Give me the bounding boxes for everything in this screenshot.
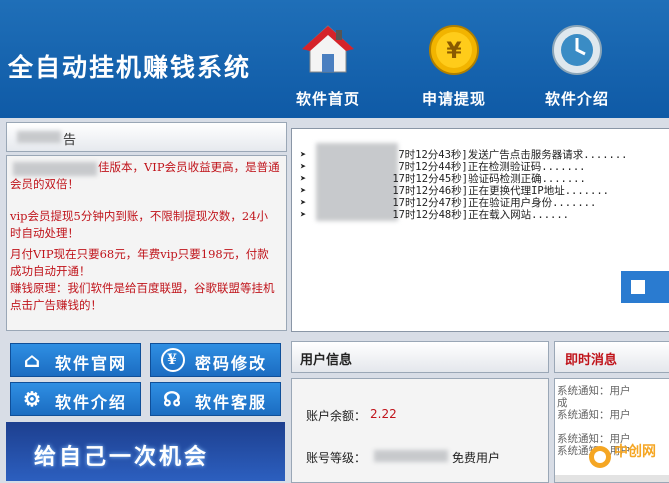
gear-icon: ⚙ [23,387,43,411]
message-line: 系统通知：用户 [557,385,631,397]
log-prefix: ➤ [300,209,307,221]
yuan-icon: ¥ [161,348,185,372]
blurred-text [17,131,61,143]
yuan-coin-icon: ¥ [428,24,480,76]
notice-paragraph: 赚钱原理：我们软件是给百度联盟，谷歌联盟等挂机点击广告赚钱的！ [10,281,275,312]
password-button[interactable]: ¥ 密码修改 [150,343,281,377]
notice-paragraph: 佳版本，VIP会员收益更高，是普通会员的双倍！ [10,160,280,191]
user-info-body: 账户余额： 2.22 账号等级： 免费用户 [291,378,549,483]
svg-text:¥: ¥ [446,39,462,64]
notice-header: 告 [6,122,287,152]
notice-paragraph: 月付VIP现在只要68元，年费vip只要198元，付款成功自动开通！ [10,247,269,278]
intro-button-label: 软件介绍 [55,393,128,412]
service-button-label: 软件客服 [195,393,268,412]
level-value: 免费用户 [452,451,501,465]
headset-icon: ☊ [163,387,183,411]
house-icon: ⌂ [23,348,43,372]
notice-title: 告 [63,133,77,148]
notice-body: 佳版本，VIP会员收益更高，是普通会员的双倍！ vip会员提现5分钟内到账，不限… [6,155,287,331]
promo-banner[interactable]: 给自己一次机会 [6,422,285,481]
user-info-title: 用户信息 [300,353,353,368]
password-button-label: 密码修改 [195,354,268,373]
nav-home[interactable]: 软件首页 [278,24,378,114]
service-button[interactable]: ☊ 软件客服 [150,382,281,416]
intro-button[interactable]: ⚙ 软件介绍 [10,382,141,416]
nav-home-label: 软件首页 [295,90,360,108]
website-button-label: 软件官网 [55,354,128,373]
messages-header: 即时消息 [554,341,669,373]
nav-intro-label: 软件介绍 [544,90,609,108]
clock-icon [551,24,603,76]
nav-withdraw[interactable]: ¥ 申请提现 [404,24,504,114]
watermark-text: 中创网 [614,444,656,460]
watermark-logo: 中创网 [586,437,666,477]
log-panel[interactable]: ➤ 7时12分43秒]发送广告点击服务器请求....... ➤ 7时12分44秒]正… [291,128,669,332]
balance-label: 账户余额： [306,409,367,423]
nav-intro[interactable]: 软件介绍 [527,24,627,114]
messages-title: 即时消息 [565,353,618,368]
app-title: 全自动挂机赚钱系统 [8,53,252,82]
nav-withdraw-label: 申请提现 [421,90,486,108]
blurred-text [374,450,448,462]
message-line: 系统通知：用户 [557,409,631,421]
square-icon [631,280,645,294]
balance-value: 2.22 [370,407,397,421]
user-info-header: 用户信息 [291,341,549,373]
notice-paragraph: vip会员提现5分钟内到账，不限制提现次数，24小时自动处理！ [10,209,268,240]
level-label: 账号等级： [306,451,367,465]
start-button[interactable] [621,271,669,303]
log-line: 17时12分48秒]正在载入网站...... [392,209,570,221]
promo-banner-text: 给自己一次机会 [34,445,210,470]
website-button[interactable]: ⌂ 软件官网 [10,343,141,377]
house-icon [300,24,356,76]
